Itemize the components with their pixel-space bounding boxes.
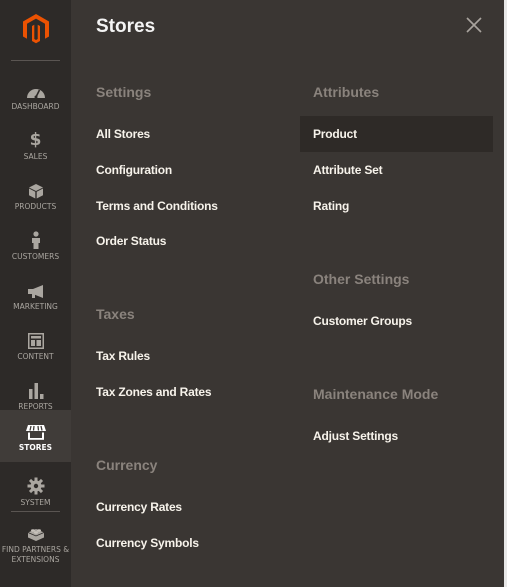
section-title-maintenance-mode: Maintenance Mode	[313, 386, 439, 402]
sidebar-item-label: Customers	[11, 251, 60, 261]
sidebar-item-label: Marketing	[13, 301, 58, 311]
sidebar-item-system[interactable]: System	[0, 466, 71, 516]
sidebar-item-label: Content	[17, 351, 54, 361]
sidebar-item-marketing[interactable]: Marketing	[0, 270, 71, 320]
sidebar-item-dashboard[interactable]: Dashboard	[0, 70, 71, 120]
sidebar-item-label: Stores	[18, 442, 53, 452]
close-button[interactable]	[463, 14, 485, 36]
layout-icon	[27, 329, 44, 349]
magento-logo[interactable]	[0, 0, 71, 58]
sidebar-item-sales[interactable]: $ Sales	[0, 120, 71, 170]
gear-icon	[27, 475, 45, 495]
link-product[interactable]: Product	[313, 127, 357, 141]
link-order-status[interactable]: Order Status	[96, 234, 166, 248]
lego-brick-icon	[27, 522, 45, 542]
logo-divider	[11, 60, 60, 61]
link-rating[interactable]: Rating	[313, 199, 349, 213]
link-customer-groups[interactable]: Customer Groups	[313, 314, 412, 328]
dollar-icon: $	[29, 129, 42, 150]
dashboard-gauge-icon	[26, 79, 46, 99]
magento-logo-icon	[22, 14, 49, 44]
megaphone-icon	[27, 279, 45, 299]
section-title-settings: Settings	[96, 84, 152, 100]
link-currency-symbols[interactable]: Currency Symbols	[96, 536, 199, 550]
system-divider	[11, 511, 60, 512]
stores-flyout-panel: Stores Settings All Stores Configuration…	[71, 0, 504, 587]
sidebar-item-find-partners[interactable]: Find Partners & Extensions	[0, 518, 71, 568]
sidebar-item-label: System	[20, 497, 51, 507]
section-title-taxes: Taxes	[96, 306, 135, 322]
link-adjust-settings[interactable]: Adjust Settings	[313, 429, 398, 443]
section-title-currency: Currency	[96, 457, 158, 473]
link-currency-rates[interactable]: Currency Rates	[96, 500, 182, 514]
sidebar-item-label: Dashboard	[11, 101, 60, 111]
sidebar-item-label: Sales	[23, 151, 48, 161]
sidebar-item-stores[interactable]: Stores	[0, 410, 71, 462]
box-icon	[28, 179, 44, 199]
person-icon	[30, 229, 42, 249]
section-title-attributes: Attributes	[313, 84, 380, 100]
sidebar-item-label: Products	[14, 201, 57, 211]
storefront-icon	[25, 420, 46, 440]
sidebar-item-label: Find Partners & Extensions	[1, 544, 70, 564]
link-attribute-set[interactable]: Attribute Set	[313, 163, 383, 177]
link-configuration[interactable]: Configuration	[96, 163, 172, 177]
admin-sidebar: Dashboard $ Sales Products Customers Mar…	[0, 0, 71, 587]
bar-chart-icon	[28, 379, 44, 399]
section-title-other-settings: Other Settings	[313, 271, 410, 287]
link-tax-zones-and-rates[interactable]: Tax Zones and Rates	[96, 385, 212, 399]
sidebar-item-content[interactable]: Content	[0, 320, 71, 370]
link-all-stores[interactable]: All Stores	[96, 127, 150, 141]
sidebar-item-products[interactable]: Products	[0, 170, 71, 220]
close-icon	[466, 17, 482, 33]
sidebar-item-customers[interactable]: Customers	[0, 220, 71, 270]
panel-title: Stores	[96, 16, 156, 37]
link-terms-and-conditions[interactable]: Terms and Conditions	[96, 199, 218, 213]
link-tax-rules[interactable]: Tax Rules	[96, 349, 150, 363]
